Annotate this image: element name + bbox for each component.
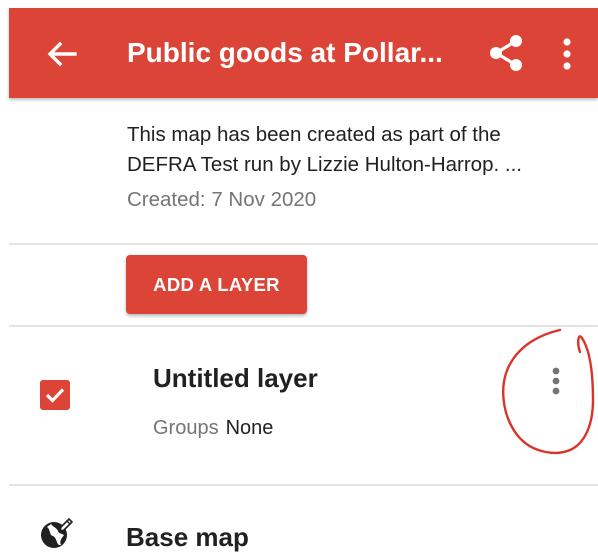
- layer-name[interactable]: Untitled layer: [153, 361, 318, 395]
- layer-groups: Groups None: [153, 413, 273, 443]
- divider: [9, 243, 598, 245]
- map-description[interactable]: This map has been created as part of the…: [127, 120, 582, 180]
- groups-value: None: [225, 417, 274, 439]
- created-date: Created: 7 Nov 2020: [127, 188, 317, 211]
- back-button[interactable]: [45, 37, 79, 71]
- arrow-back-icon: [47, 41, 77, 67]
- more-options-button[interactable]: [555, 34, 579, 74]
- layer-visibility-checkbox[interactable]: [40, 380, 70, 410]
- groups-label: Groups: [153, 417, 219, 439]
- hand-drawn-circle-annotation: [502, 328, 595, 454]
- add-layer-button[interactable]: ADD A LAYER: [126, 255, 307, 314]
- more-vert-icon: [563, 38, 571, 70]
- share-icon: [490, 35, 522, 71]
- share-button[interactable]: [487, 33, 525, 73]
- divider: [9, 484, 598, 486]
- app-toolbar: Public goods at Pollar...: [9, 8, 598, 98]
- globe-edit-icon: [41, 517, 74, 548]
- description-line: This map has been created as part of the: [127, 123, 501, 146]
- base-map-label[interactable]: Base map: [126, 520, 249, 554]
- check-icon: [45, 388, 65, 403]
- base-map-icon-wrapper[interactable]: [39, 516, 74, 550]
- map-title: Public goods at Pollar...: [127, 37, 443, 68]
- description-line: DEFRA Test run by Lizzie Hulton-Harrop. …: [127, 153, 522, 176]
